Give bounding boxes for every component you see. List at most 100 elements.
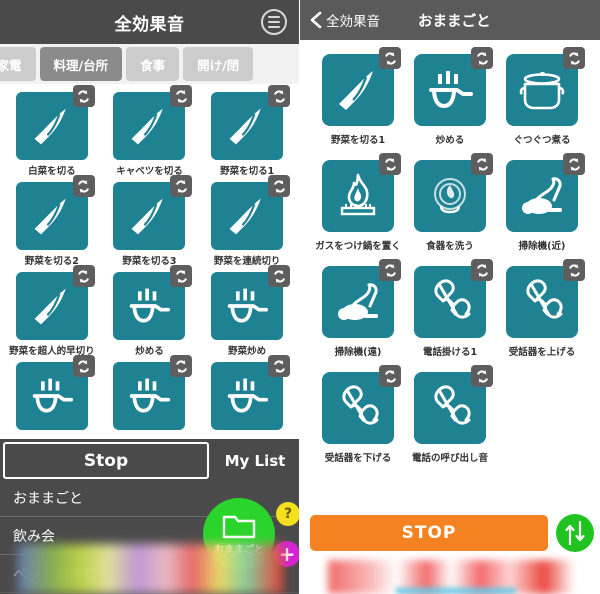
sound-cell[interactable]: 野菜を超人的早切り [6, 265, 98, 358]
sound-tile-wrap[interactable] [506, 47, 585, 126]
folder-icon [222, 515, 256, 538]
sound-tile-wrap[interactable] [322, 47, 401, 126]
sound-cell[interactable]: キャベツを切る [104, 85, 196, 178]
sound-cell[interactable]: 野菜を切る3 [104, 175, 196, 268]
sound-label: 野菜炒め [228, 346, 267, 357]
stop-button[interactable]: Stop [3, 442, 209, 479]
sound-cell[interactable]: ガスをつけ鍋を置く [314, 153, 402, 252]
sound-tile-wrap[interactable] [113, 85, 193, 160]
help-button[interactable]: ? [276, 502, 299, 526]
sound-cell[interactable]: 電話の呼び出し音 [406, 365, 494, 464]
back-label[interactable]: 全効果音 [326, 10, 380, 30]
sound-cell[interactable]: 野菜を切る1 [314, 47, 402, 146]
left-ad-banner[interactable] [18, 544, 283, 594]
sound-tile-wrap[interactable] [211, 265, 291, 340]
sound-tile-wrap[interactable] [414, 365, 493, 444]
sound-cell[interactable]: 野菜を切る2 [6, 175, 98, 268]
loop-icon[interactable] [563, 47, 585, 69]
loop-icon[interactable] [563, 259, 585, 281]
sound-cell[interactable]: 食器を洗う [406, 153, 494, 252]
sound-cell[interactable]: 受話器を下げる [314, 365, 402, 464]
loop-icon[interactable] [170, 85, 193, 107]
sound-label: 電話の呼び出し音 [411, 453, 488, 464]
loop-icon[interactable] [471, 47, 493, 69]
sound-cell[interactable] [6, 355, 98, 435]
left-panel: 全効果音 活家電料理/台所食事開け/閉 白菜を切る [0, 0, 300, 594]
sound-tile-wrap[interactable] [414, 153, 493, 232]
sound-tile-wrap[interactable] [15, 85, 95, 160]
sound-label: ぐつぐつ煮る [513, 135, 571, 146]
sound-tile-wrap[interactable] [506, 259, 585, 338]
sound-cell[interactable]: 電話掛ける1 [406, 259, 494, 358]
loop-icon[interactable] [471, 153, 493, 175]
sound-label: 野菜を切る2 [24, 256, 79, 267]
sound-tile-wrap[interactable] [414, 47, 493, 126]
loop-icon[interactable] [72, 85, 95, 107]
frying-pan-icon [130, 288, 171, 323]
loop-icon[interactable] [170, 355, 193, 377]
sound-tile-wrap[interactable] [113, 265, 193, 340]
knife-icon [132, 198, 164, 235]
category-tab-0[interactable]: 活家電 [0, 47, 36, 81]
hamburger-icon[interactable] [261, 9, 287, 35]
sort-updown-button[interactable] [556, 514, 594, 552]
knife-icon [34, 108, 66, 145]
sound-cell[interactable]: 野菜を切る1 [201, 85, 293, 178]
loop-icon[interactable] [268, 175, 291, 197]
my-list-button[interactable]: My List [213, 442, 297, 479]
loop-icon[interactable] [72, 265, 95, 287]
sound-cell[interactable]: 白菜を切る [6, 85, 98, 178]
knife-icon [132, 108, 164, 145]
loop-icon[interactable] [170, 265, 193, 287]
sound-tile-wrap[interactable] [113, 175, 193, 250]
loop-icon[interactable] [379, 259, 401, 281]
sound-cell[interactable]: 掃除機(遠) [314, 259, 402, 358]
sound-label: 炒める [135, 346, 164, 357]
sound-tile-wrap[interactable] [322, 153, 401, 232]
sound-cell[interactable] [201, 355, 293, 435]
sound-tile-wrap[interactable] [113, 355, 193, 430]
category-tab-2[interactable]: 食事 [126, 47, 180, 81]
sound-cell[interactable]: 掃除機(近) [498, 153, 586, 252]
category-tab-1[interactable]: 料理/台所 [39, 47, 123, 81]
sound-tile-wrap[interactable] [414, 259, 493, 338]
loop-icon[interactable] [268, 85, 291, 107]
sound-tile-wrap[interactable] [322, 259, 401, 338]
sound-tile-wrap[interactable] [15, 355, 95, 430]
sound-cell[interactable]: 炒める [104, 265, 196, 358]
stop-button[interactable]: STOP [310, 515, 548, 551]
dish-wash-icon [434, 178, 466, 214]
sound-cell[interactable]: ぐつぐつ煮る [498, 47, 586, 146]
loop-icon[interactable] [379, 153, 401, 175]
loop-icon[interactable] [471, 259, 493, 281]
sound-cell[interactable]: 野菜を連続切り [201, 175, 293, 268]
sound-tile-wrap[interactable] [15, 265, 95, 340]
category-tab-3[interactable]: 開け/閉 [183, 47, 254, 81]
sound-tile-wrap[interactable] [322, 365, 401, 444]
loop-icon[interactable] [72, 355, 95, 377]
loop-icon[interactable] [268, 355, 291, 377]
loop-icon[interactable] [170, 175, 193, 197]
sound-tile-wrap[interactable] [211, 355, 291, 430]
loop-icon[interactable] [471, 365, 493, 387]
sound-tile-wrap[interactable] [211, 85, 291, 160]
sound-tile-wrap[interactable] [506, 153, 585, 232]
loop-icon[interactable] [379, 47, 401, 69]
frying-pan-icon [429, 71, 473, 109]
sound-cell[interactable]: 野菜炒め [201, 265, 293, 358]
right-bottom-bar: STOP [300, 502, 600, 594]
sound-cell[interactable]: 受話器を上げる [498, 259, 586, 358]
loop-icon[interactable] [379, 365, 401, 387]
sound-tile-wrap[interactable] [211, 175, 291, 250]
chevron-left-icon[interactable] [308, 11, 324, 29]
right-stop-row: STOP [300, 502, 600, 552]
sound-tile-wrap[interactable] [15, 175, 95, 250]
loop-icon[interactable] [268, 265, 291, 287]
sound-cell[interactable]: 炒める [406, 47, 494, 146]
loop-icon[interactable] [72, 175, 95, 197]
category-tab-bar[interactable]: 活家電料理/台所食事開け/閉 [0, 44, 299, 84]
loop-icon[interactable] [563, 153, 585, 175]
sound-cell[interactable] [104, 355, 196, 435]
knife-icon [34, 288, 66, 325]
sort-updown-icon [565, 520, 585, 546]
